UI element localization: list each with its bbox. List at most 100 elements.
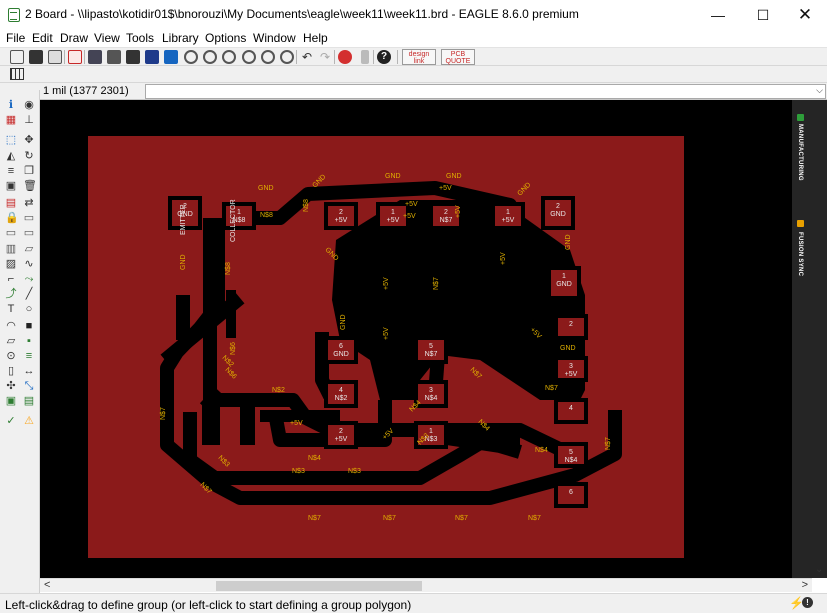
maximize-button[interactable]: ☐ xyxy=(740,0,786,30)
align-icon[interactable]: ≡ xyxy=(5,166,17,177)
scroll-down-icon[interactable]: ⌄ xyxy=(815,564,823,575)
scroll-right-icon[interactable]: > xyxy=(802,579,808,592)
unrouted-area xyxy=(226,290,236,338)
open-icon[interactable] xyxy=(10,50,24,64)
name-icon[interactable]: ▭ xyxy=(23,213,35,224)
show-icon[interactable]: ◉ xyxy=(23,100,35,111)
attribute-icon[interactable]: ▯ xyxy=(5,366,17,377)
mark-icon[interactable]: ⊥ xyxy=(23,115,35,126)
move-icon[interactable]: ✥ xyxy=(23,135,35,146)
arc-icon[interactable]: ◠ xyxy=(5,321,17,332)
copy-icon[interactable]: ❐ xyxy=(23,166,35,177)
chevron-down-icon[interactable]: ⌵ xyxy=(816,85,823,96)
menu-edit[interactable]: Edit xyxy=(32,30,53,46)
autorouter-icon[interactable]: ⤡ xyxy=(23,381,35,392)
rect-icon[interactable]: ■ xyxy=(23,321,35,332)
lock-icon[interactable]: 🔒 xyxy=(5,213,19,224)
zoom-out-icon[interactable] xyxy=(203,50,217,64)
stop-icon[interactable] xyxy=(338,50,352,64)
manufacturing-tab[interactable]: MANUFACTURING xyxy=(797,124,803,181)
redraw-icon[interactable] xyxy=(261,50,275,64)
board-icon[interactable] xyxy=(88,50,102,64)
manufacturing-icon[interactable] xyxy=(797,114,804,121)
pad-net-label: N$2 xyxy=(335,395,348,402)
menu-view[interactable]: View xyxy=(94,30,120,46)
menu-library[interactable]: Library xyxy=(162,30,199,46)
delete-icon[interactable]: 🗑 xyxy=(23,181,37,192)
fusion-sync-tab[interactable]: FUSION SYNC xyxy=(797,232,803,276)
warning-icon[interactable]: ⚠ xyxy=(23,416,35,427)
right-side-panel: MANUFACTURING FUSION SYNC xyxy=(792,100,827,578)
save-icon[interactable] xyxy=(29,50,43,64)
zoom-select-icon[interactable] xyxy=(242,50,256,64)
replace-icon[interactable]: ⇄ xyxy=(23,198,35,209)
scroll-left-icon[interactable]: < xyxy=(44,579,50,592)
pad-number: 1 xyxy=(506,209,510,216)
minimize-button[interactable]: — xyxy=(695,0,741,30)
errors-icon[interactable]: ▣ xyxy=(5,396,17,407)
command-input[interactable] xyxy=(145,84,826,99)
undo-icon[interactable]: ↶ xyxy=(300,50,314,64)
text-icon[interactable]: T xyxy=(5,304,17,315)
close-button[interactable]: ✕ xyxy=(782,0,827,30)
redo-icon[interactable]: ↷ xyxy=(318,50,332,64)
ripup-icon[interactable]: ⤴ xyxy=(5,289,17,300)
display-layers-icon[interactable]: ▦ xyxy=(5,115,17,126)
smash-icon[interactable]: ▭ xyxy=(23,228,35,239)
add-icon[interactable]: ▤ xyxy=(5,198,17,209)
change-icon[interactable]: ▥ xyxy=(5,244,17,255)
script-icon[interactable] xyxy=(126,50,140,64)
zoom-previous-icon[interactable] xyxy=(222,50,236,64)
mirror-icon[interactable]: ◭ xyxy=(5,151,17,162)
design-link-button[interactable]: design link xyxy=(402,49,436,65)
menu-tools[interactable]: Tools xyxy=(126,30,154,46)
wire-icon[interactable]: ╱ xyxy=(23,289,35,300)
meander-icon[interactable]: ∿ xyxy=(23,259,35,270)
pcb-quote-button[interactable]: PCB QUOTE xyxy=(441,49,475,65)
cam-icon[interactable] xyxy=(68,50,82,64)
via-icon[interactable]: ▪ xyxy=(23,336,35,347)
group-icon[interactable]: ⬚ xyxy=(5,135,17,146)
dimension-icon[interactable]: ↔ xyxy=(23,366,35,377)
library-icon[interactable] xyxy=(107,50,121,64)
fusion-sync-icon[interactable] xyxy=(797,220,804,227)
erc-icon[interactable]: ✓ xyxy=(5,416,17,427)
menu-draw[interactable]: Draw xyxy=(60,30,88,46)
menu-window[interactable]: Window xyxy=(253,30,296,46)
pcb-layout[interactable]: 2GND 1N$82+5V1+5V2N$71+5V2GND1GND23+5V45N… xyxy=(40,100,792,578)
polygon-icon[interactable]: ▱ xyxy=(5,336,17,347)
horizontal-scrollbar[interactable]: < > xyxy=(40,578,812,592)
undo-icon[interactable] xyxy=(280,50,294,64)
go-icon[interactable] xyxy=(361,50,369,64)
horizontal-scroll-thumb[interactable] xyxy=(216,581,422,591)
drc-icon[interactable]: ▤ xyxy=(23,396,35,407)
status-message: Left-click&drag to define group (or left… xyxy=(5,598,412,612)
value-icon[interactable]: ▭ xyxy=(5,228,17,239)
ratsnest-icon[interactable]: ✣ xyxy=(5,381,17,392)
info-icon[interactable]: ℹ xyxy=(5,100,17,111)
layer-settings-icon[interactable] xyxy=(10,68,24,80)
route-icon[interactable]: ⤳ xyxy=(23,274,35,285)
stop-icon[interactable]: ! xyxy=(802,597,813,608)
zoom-fit-icon[interactable] xyxy=(164,50,178,64)
split-icon[interactable]: ▱ xyxy=(23,244,35,255)
net-label: N$3 xyxy=(348,468,361,475)
rotate-icon[interactable]: ↻ xyxy=(23,151,35,162)
board-canvas[interactable]: 2 GND 1 N$8 2 +5V 1 +5V 2 N$7 1 +5V 2 GND 1 GND 2 3 +5V 4 5 N… xyxy=(40,100,792,578)
net-label: N$7 xyxy=(545,385,558,392)
menu-file[interactable]: File xyxy=(6,30,25,46)
circle-icon[interactable]: ○ xyxy=(23,304,35,315)
pad-number: 6 xyxy=(339,343,343,350)
signal-icon[interactable]: ≡ xyxy=(23,351,35,362)
miter-icon[interactable]: ⌐ xyxy=(5,274,17,285)
menu-options[interactable]: Options xyxy=(205,30,246,46)
print-icon[interactable] xyxy=(48,50,62,64)
ulp-icon[interactable] xyxy=(145,50,159,64)
net-label: N$8 xyxy=(303,199,310,212)
help-icon[interactable]: ? xyxy=(377,50,391,64)
hole-icon[interactable]: ⊙ xyxy=(5,351,17,362)
menu-help[interactable]: Help xyxy=(303,30,328,46)
zoom-in-icon[interactable] xyxy=(184,50,198,64)
paste-icon[interactable]: ▣ xyxy=(5,181,17,192)
optimize-icon[interactable]: ▨ xyxy=(5,259,17,270)
